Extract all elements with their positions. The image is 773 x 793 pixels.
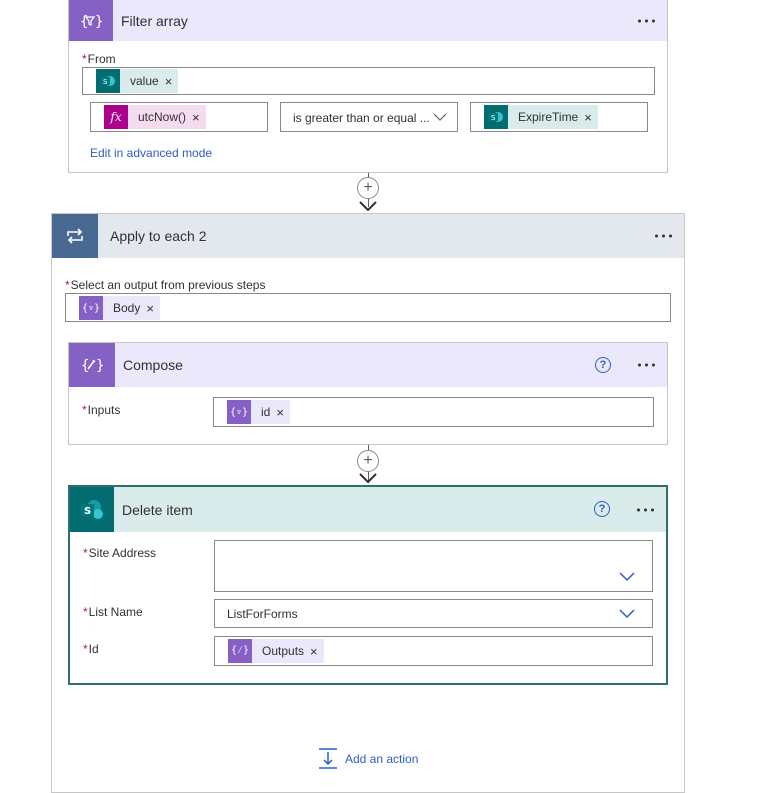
id-token[interactable]: {▿} id × bbox=[227, 400, 290, 424]
outputs-token[interactable]: {⁄} Outputs × bbox=[228, 639, 324, 663]
sharepoint-icon: S bbox=[96, 69, 120, 93]
sharepoint-icon: S bbox=[70, 487, 114, 532]
list-name-label: *List Name bbox=[83, 605, 143, 619]
value-token[interactable]: S value × bbox=[96, 69, 179, 93]
help-icon[interactable]: ? bbox=[594, 501, 610, 517]
from-label: *From bbox=[82, 52, 116, 66]
remove-token-icon[interactable]: × bbox=[584, 110, 598, 125]
sharepoint-icon: S bbox=[484, 105, 508, 129]
insert-step-button[interactable]: + bbox=[357, 177, 379, 199]
list-name-dropdown[interactable]: ListForForms bbox=[214, 599, 653, 628]
function-icon: fx bbox=[104, 105, 128, 129]
more-icon[interactable] bbox=[637, 508, 654, 511]
id-label: *Id bbox=[83, 642, 99, 656]
utcnow-token[interactable]: fx utcNow() × bbox=[104, 105, 206, 129]
connector-arrow-icon bbox=[359, 473, 377, 484]
chevron-down-icon bbox=[619, 572, 635, 582]
apply-to-each-header[interactable]: Apply to each 2 bbox=[52, 214, 684, 258]
compose-title: Compose bbox=[123, 357, 183, 373]
inputs-field[interactable]: {▿} id × bbox=[213, 397, 654, 427]
right-operand-field[interactable]: S ExpireTime × bbox=[470, 102, 648, 132]
left-operand-field[interactable]: fx utcNow() × bbox=[90, 102, 268, 132]
remove-token-icon[interactable]: × bbox=[146, 301, 160, 316]
svg-text:}: } bbox=[96, 358, 103, 374]
insert-step-button[interactable]: + bbox=[357, 450, 379, 472]
svg-text:S: S bbox=[491, 114, 496, 122]
select-output-field[interactable]: {▿} Body × bbox=[65, 293, 671, 322]
chevron-down-icon bbox=[433, 113, 447, 121]
filter-array-card: {} Filter array *From S value × fx utcNo… bbox=[68, 0, 668, 173]
remove-token-icon[interactable]: × bbox=[276, 405, 290, 420]
delete-item-card: S Delete item ? *Site Address *List Name… bbox=[68, 485, 668, 685]
from-field[interactable]: S value × bbox=[82, 67, 655, 95]
compose-card: {} Compose ? *Inputs {▿} id × bbox=[68, 342, 668, 445]
chevron-down-icon bbox=[619, 609, 635, 619]
help-icon[interactable]: ? bbox=[595, 357, 611, 373]
remove-token-icon[interactable]: × bbox=[310, 644, 324, 659]
connector-arrow-icon bbox=[359, 201, 377, 212]
id-field[interactable]: {⁄} Outputs × bbox=[214, 636, 653, 666]
add-action-button[interactable]: Add an action bbox=[318, 748, 418, 770]
more-icon[interactable] bbox=[638, 19, 655, 22]
loop-icon bbox=[52, 214, 98, 258]
delete-item-title: Delete item bbox=[122, 501, 193, 518]
add-action-icon bbox=[319, 748, 337, 769]
compose-header[interactable]: {} Compose ? bbox=[69, 343, 667, 387]
filter-icon: {} bbox=[69, 0, 113, 41]
filter-array-header[interactable]: {} Filter array bbox=[69, 0, 667, 41]
site-address-label: *Site Address bbox=[83, 546, 157, 560]
list-name-value: ListForForms bbox=[227, 607, 298, 621]
expression-icon: {▿} bbox=[227, 400, 251, 424]
filter-array-title: Filter array bbox=[121, 12, 188, 29]
apply-to-each-title: Apply to each 2 bbox=[110, 228, 207, 244]
svg-text:{: { bbox=[80, 14, 88, 30]
inputs-label: *Inputs bbox=[82, 403, 121, 417]
remove-token-icon[interactable]: × bbox=[165, 74, 179, 89]
remove-token-icon[interactable]: × bbox=[192, 110, 206, 125]
operator-dropdown[interactable]: is greater than or equal ... bbox=[280, 102, 458, 132]
body-token[interactable]: {▿} Body × bbox=[79, 296, 160, 320]
more-icon[interactable] bbox=[655, 234, 672, 238]
delete-item-header[interactable]: S Delete item ? bbox=[70, 487, 666, 532]
svg-text:}: } bbox=[95, 14, 102, 30]
edit-advanced-mode-link[interactable]: Edit in advanced mode bbox=[90, 146, 212, 160]
svg-text:{: { bbox=[81, 358, 89, 374]
add-action-label: Add an action bbox=[345, 752, 419, 766]
select-output-label: *Select an output from previous steps bbox=[65, 278, 266, 292]
more-icon[interactable] bbox=[638, 363, 655, 367]
compose-icon: {⁄} bbox=[228, 639, 252, 663]
compose-icon: {} bbox=[69, 343, 115, 387]
site-address-dropdown[interactable] bbox=[214, 540, 653, 592]
expression-icon: {▿} bbox=[79, 296, 103, 320]
svg-text:S: S bbox=[103, 78, 108, 86]
expiretime-token[interactable]: S ExpireTime × bbox=[484, 105, 598, 129]
operator-value: is greater than or equal ... bbox=[293, 111, 430, 125]
svg-text:S: S bbox=[84, 506, 91, 517]
